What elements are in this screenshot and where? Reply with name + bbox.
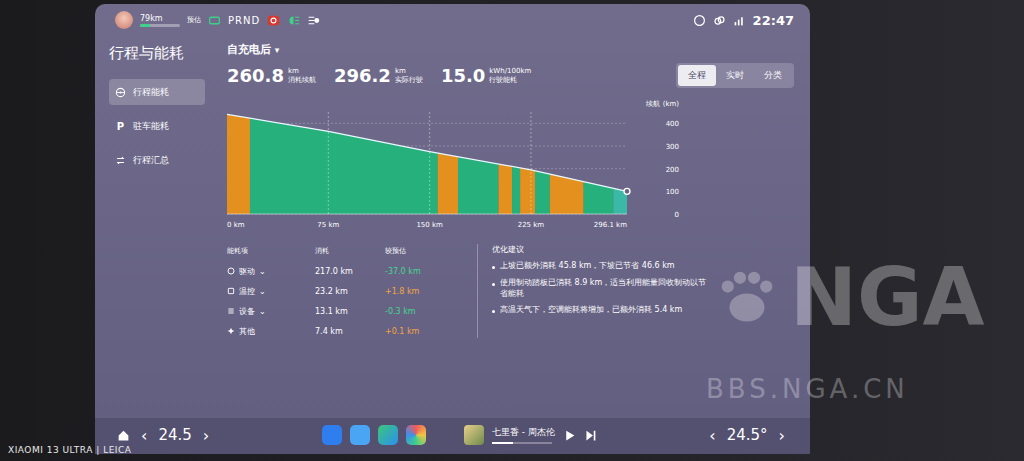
energy-table: 能耗项消耗较预估 驱动 ⌄217.0 km-37.0 km 温控 ⌄23.2 k… [227, 244, 463, 338]
table-row[interactable]: 温控 ⌄23.2 km+1.8 km [227, 284, 463, 298]
chart-segment [520, 168, 535, 214]
sidebar-item[interactable]: 行程汇总 [109, 147, 205, 173]
temp-down-button[interactable]: ‹ [706, 426, 718, 445]
other-icon [227, 327, 235, 335]
apps-icon[interactable] [406, 425, 426, 445]
suggestion: 高温天气下，空调能耗将增加，已额外消耗 5.4 km [492, 305, 714, 316]
site-logo: NGA [790, 258, 985, 338]
song-title: 七里香 - 周杰伦 [492, 426, 555, 439]
chart-segment [227, 114, 250, 214]
climate-icon [227, 287, 235, 295]
y-tick: 0 [675, 211, 679, 219]
column-header: 较预估 [385, 246, 451, 256]
chart-segment [438, 153, 458, 214]
site-url: BBS.NGA.CN [706, 376, 909, 402]
chat-icon[interactable] [693, 14, 706, 27]
mode-tab[interactable]: 分类 [754, 65, 792, 86]
camera-app-icon[interactable] [322, 425, 342, 445]
status-bar: 79km 预估 PRND 22:47 [95, 4, 810, 34]
x-tick: 0 km [227, 221, 245, 229]
column-header: 消耗 [315, 246, 385, 256]
eco-icon [208, 14, 221, 27]
home-icon[interactable] [117, 429, 130, 442]
camera-watermark: XIAOMI 13 ULTRA | LEICA [8, 445, 131, 455]
mode-switch: 全程实时分类 [676, 63, 794, 88]
sidebar: 行程与能耗行程能耗 P驻车能耗行程汇总 [95, 34, 213, 418]
chart-segment [512, 166, 520, 214]
paw-logo-icon [712, 262, 782, 332]
y-tick: 300 [666, 143, 679, 151]
y-tick: 400 [666, 120, 679, 128]
device-icon [227, 307, 235, 315]
dock: ‹ 24.5 › 七里香 - 周杰伦 ‹ 24.5° › [95, 418, 810, 454]
clock: 22:47 [753, 13, 794, 28]
range-indicator: 79km [140, 14, 180, 27]
temp-up-button[interactable]: › [776, 426, 788, 445]
x-tick: 75 km [317, 221, 339, 229]
table-row[interactable]: 其他 7.4 km+0.1 km [227, 324, 463, 338]
suggestions: 优化建议上坡已额外消耗 45.8 km，下坡已节省 46.6 km使用制动踏板已… [492, 244, 714, 338]
parking-icon: P [115, 121, 126, 132]
stat: 15.0kWh/100km行驶能耗 [441, 65, 531, 86]
route-icon [115, 155, 126, 166]
column-header: 能耗项 [227, 246, 315, 256]
end-marker [624, 188, 630, 194]
temp-down-button[interactable]: ‹ [138, 426, 150, 445]
filter-dropdown[interactable]: 自充电后 ▾ [227, 42, 794, 57]
stat: 260.8km消耗续航 [227, 65, 316, 86]
sidebar-item[interactable]: P驻车能耗 [109, 113, 205, 139]
x-tick: 296.1 km [594, 221, 627, 229]
link-icon[interactable] [713, 14, 726, 27]
stat: 296.2km实际行驶 [334, 65, 423, 86]
signal-icon [733, 14, 746, 27]
next-icon[interactable] [584, 429, 597, 442]
steering-wheel-icon [115, 87, 126, 98]
headlight-icon [287, 14, 300, 27]
album-icon [464, 425, 484, 445]
phone-app-icon[interactable] [350, 425, 370, 445]
navigation-app-icon[interactable] [378, 425, 398, 445]
mode-tab[interactable]: 全程 [678, 65, 716, 86]
photo: 79km 预估 PRND 22:47 行程与能耗行程能耗 P驻车能耗行程汇总 自充电后 ▾ 2… [0, 0, 1024, 461]
chart-segment [458, 157, 499, 214]
drive-icon [227, 267, 235, 275]
warning-icon [267, 14, 280, 27]
suggestion: 上坡已额外消耗 45.8 km，下坡已节省 46.6 km [492, 261, 714, 272]
y-tick: 100 [666, 188, 679, 196]
x-tick: 225 km [518, 221, 545, 229]
sidebar-item[interactable]: 行程能耗 [109, 79, 205, 105]
y-tick: 200 [666, 166, 679, 174]
sidebar-title: 行程与能耗 [109, 44, 205, 63]
music-player: 七里香 - 周杰伦 [464, 425, 597, 445]
range-chart: 续航 (km) 400 300 200 100 0 0 km 75 km 150 km 225 k… [227, 96, 682, 230]
temp-up-button[interactable]: › [200, 426, 212, 445]
mode-tab[interactable]: 实时 [716, 65, 754, 86]
chart-segment [584, 182, 614, 214]
chart-segment [535, 171, 550, 214]
range-line [227, 114, 627, 191]
table-row[interactable]: 设备 ⌄13.1 km-0.3 km [227, 304, 463, 318]
lamp-icon [307, 14, 320, 27]
chart-segment [250, 118, 438, 214]
x-tick: 150 km [416, 221, 443, 229]
gear-indicator: PRND [228, 15, 260, 26]
play-icon[interactable] [563, 429, 576, 442]
car-screen: 79km 预估 PRND 22:47 行程与能耗行程能耗 P驻车能耗行程汇总 自充电后 ▾ 2… [95, 4, 810, 454]
y-axis-title: 续航 (km) [646, 100, 679, 108]
chart-segment [499, 164, 513, 214]
table-row[interactable]: 驱动 ⌄217.0 km-37.0 km [227, 264, 463, 278]
estimate-label: 预估 [187, 15, 201, 25]
left-temperature: 24.5 [158, 426, 191, 444]
suggestion: 使用制动踏板已消耗 8.9 km，适当利用能量回收制动以节省能耗 [492, 278, 714, 300]
avatar-icon[interactable] [115, 11, 133, 29]
right-temperature: 24.5° [727, 426, 768, 444]
